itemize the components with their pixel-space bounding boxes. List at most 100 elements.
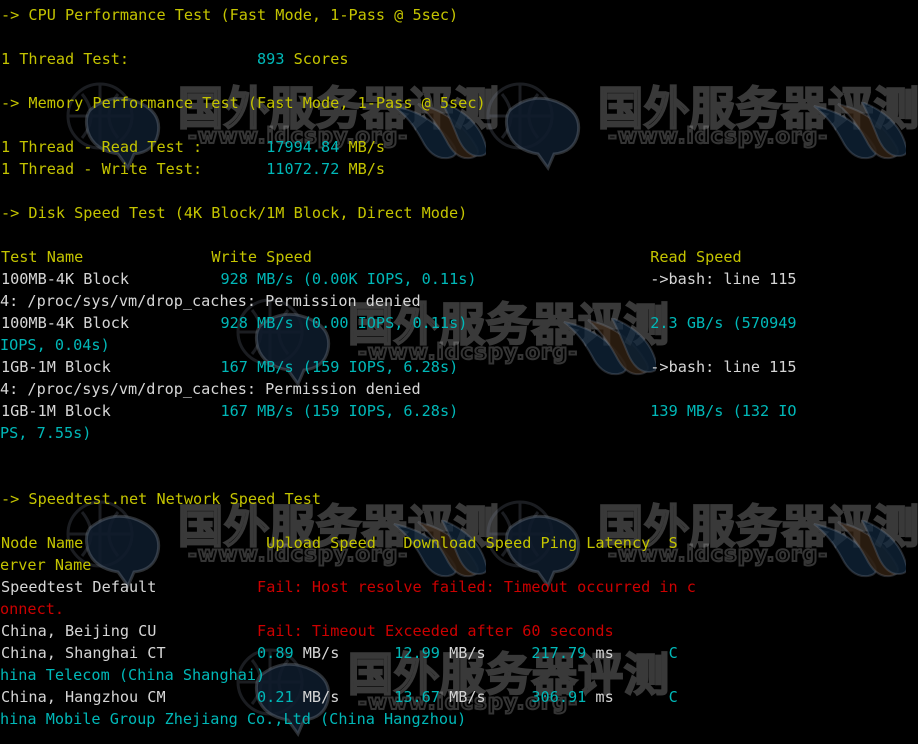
cpu-score-unit-prefix (284, 50, 293, 68)
speedtest-server-partial: C (668, 644, 678, 662)
disk-col-read-speed: Read Speed (650, 248, 742, 266)
disk-row-write-value: 928 (220, 270, 248, 288)
speedtest-status-text: Fail: Host resolve failed: Timeout occur… (257, 578, 696, 596)
speedtest-status-text: Fail: Timeout Exceeded after 60 seconds (257, 622, 614, 640)
speedtest-node-name: China, Shanghai CT (1, 644, 166, 662)
disk-row-name: 1GB-1M Block (1, 358, 111, 376)
table-row-wrap: PS, 7.55s) (0, 422, 918, 444)
speedtest-ping-value: 217.79 (531, 644, 587, 662)
memory-read-value: 17994.84 (266, 138, 340, 156)
speedtest-download-unit: MB/s (449, 644, 486, 662)
disk-error-line: 4: /proc/sys/vm/drop_caches: Permission … (0, 292, 421, 310)
disk-row-write-unit: MB/s (257, 358, 294, 376)
table-row: Speedtest Default Fail: Host resolve fai… (0, 576, 918, 598)
speedtest-status-wrap: onnect. (0, 600, 65, 618)
table-row: 1GB-1M Block 167 MB/s (159 IOPS, 6.28s) … (0, 356, 918, 378)
speedtest-upload-value: 0.89 (257, 644, 294, 662)
disk-table-header: Test Name Write Speed Read Speed (0, 246, 918, 268)
disk-section-header: -> Disk Speed Test (4K Block/1M Block, D… (0, 202, 918, 224)
speedtest-col-upload-speed: Upload Speed (266, 534, 376, 552)
memory-write-unit: MB/s (348, 160, 386, 178)
memory-read-row: 1 Thread - Read Test : 17994.84 MB/s (0, 136, 918, 158)
speedtest-table-header: Node Name Upload Speed Download Speed Pi… (0, 532, 918, 554)
memory-write-value: 11072.72 (266, 160, 340, 178)
speedtest-node-name: Speedtest Default (1, 578, 157, 596)
disk-row-write-value: 167 (220, 358, 248, 376)
speedtest-download-value: 12.99 (394, 644, 440, 662)
cpu-header-text: -> CPU Performance Test (Fast Mode, 1-Pa… (1, 6, 459, 24)
speedtest-node-name: China, Beijing CU (1, 622, 157, 640)
table-row: 100MB-4K Block 928 MB/s (0.00K IOPS, 0.1… (0, 268, 918, 290)
speedtest-server-wrap: hina Mobile Group Zhejiang Co.,Ltd (Chin… (0, 710, 467, 728)
memory-header-text: -> Memory Performance Test (Fast Mode, 1… (1, 94, 486, 112)
speedtest-ping-unit: ms (595, 688, 614, 706)
disk-row-write-detail: (0.00 IOPS, 0.11s) (302, 314, 468, 332)
speedtest-upload-unit: MB/s (302, 644, 340, 662)
speedtest-download-unit: MB/s (449, 688, 486, 706)
speedtest-server-wrap: hina Telecom (China Shanghai) (0, 666, 266, 684)
table-row: 1GB-1M Block 167 MB/s (159 IOPS, 6.28s) … (0, 400, 918, 422)
disk-row-write-detail: (159 IOPS, 6.28s) (302, 358, 459, 376)
disk-row-read-text: ->bash: line 115 (650, 358, 797, 376)
terminal-output[interactable]: -> CPU Performance Test (Fast Mode, 1-Pa… (0, 4, 918, 730)
table-row: China, Beijing CU Fail: Timeout Exceeded… (0, 620, 918, 642)
speedtest-ping-unit: ms (595, 644, 614, 662)
disk-col-write-speed: Write Speed (211, 248, 312, 266)
disk-row-wrap-text: IOPS, 0.04s) (0, 336, 110, 354)
disk-row-name: 100MB-4K Block (1, 270, 130, 288)
speedtest-section-header: -> Speedtest.net Network Speed Test (0, 488, 918, 510)
speedtest-col-ping-latency: Ping Latency (540, 534, 651, 552)
disk-row-read-text: ->bash: line 115 (650, 270, 797, 288)
cpu-section-header: -> CPU Performance Test (Fast Mode, 1-Pa… (0, 4, 918, 26)
speedtest-header-wrap: erver Name (0, 554, 918, 576)
disk-error-line: 4: /proc/sys/vm/drop_caches: Permission … (0, 380, 421, 398)
memory-write-label: 1 Thread - Write Test: (1, 160, 203, 178)
speedtest-server-partial: C (668, 688, 678, 706)
speedtest-server-name-wrap: erver Name (0, 556, 92, 574)
disk-row-write-unit: MB/s (257, 402, 294, 420)
table-row: 100MB-4K Block 928 MB/s (0.00 IOPS, 0.11… (0, 312, 918, 334)
table-row-wrap: hina Mobile Group Zhejiang Co.,Ltd (Chin… (0, 708, 918, 730)
memory-section-header: -> Memory Performance Test (Fast Mode, 1… (0, 92, 918, 114)
speedtest-node-name: China, Hangzhou CM (1, 688, 166, 706)
speedtest-ping-value: 306.91 (531, 688, 587, 706)
disk-row-write-unit: MB/s (257, 314, 294, 332)
cpu-score-value: 893 (257, 50, 285, 68)
memory-read-unit: MB/s (348, 138, 386, 156)
disk-row-read-text: 2.3 GB/s (570949 (650, 314, 797, 332)
speedtest-col-download-speed: Download Speed (403, 534, 532, 552)
